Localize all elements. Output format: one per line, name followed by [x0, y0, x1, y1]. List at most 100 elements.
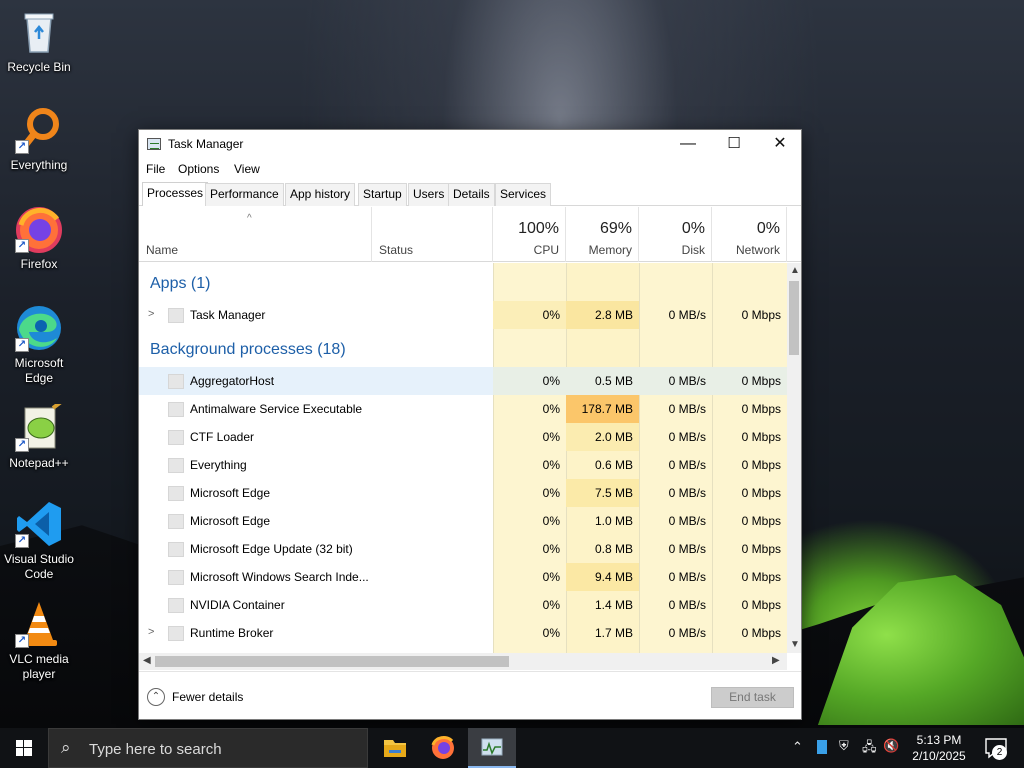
table-row[interactable]: Microsoft Edge 0% 1.0 MB 0 MB/s 0 Mbps [139, 507, 787, 535]
table-row[interactable]: Antimalware Service Executable 0% 178.7 … [139, 395, 787, 423]
tab-details[interactable]: Details [448, 183, 495, 206]
desktop-icon-vscode[interactable]: ↗ Visual Studio Code [0, 500, 78, 582]
column-header-cpu[interactable]: 100% CPU [493, 207, 566, 262]
table-row[interactable]: Everything 0% 0.6 MB 0 MB/s 0 Mbps [139, 451, 787, 479]
tray-app-icon[interactable] [817, 740, 827, 754]
table-row[interactable]: NVIDIA Container 0% 1.4 MB 0 MB/s 0 Mbps [139, 591, 787, 619]
security-shield-icon[interactable]: ⛨ [839, 738, 849, 754]
taskbar-firefox[interactable] [419, 728, 467, 768]
network-cell: 0 Mbps [741, 570, 781, 584]
scroll-left-arrow-icon[interactable]: ◀ [143, 655, 151, 666]
tab-app-history[interactable]: App history [285, 183, 356, 206]
memory-cell: 1.7 MB [594, 626, 633, 640]
tab-users[interactable]: Users [408, 183, 450, 206]
desktop-icon-everything[interactable]: ↗ Everything [0, 106, 78, 173]
tab-services[interactable]: Services [495, 183, 552, 206]
table-row-selected[interactable]: AggregatorHost 0% 0.5 MB 0 MB/s 0 Mbps [139, 367, 787, 395]
desktop-icon-edge[interactable]: ↗ Microsoft Edge [0, 304, 78, 386]
vertical-scrollbar[interactable]: ▲ ▼ [787, 263, 801, 653]
edge-icon: ↗ [15, 304, 63, 352]
table-row[interactable]: Microsoft Edge 0% 7.5 MB 0 MB/s 0 Mbps [139, 479, 787, 507]
menu-bar: File Options View [139, 160, 801, 180]
desktop-icon-label: Recycle Bin [7, 60, 71, 74]
desktop-icon-notepad-plus-plus[interactable]: ↗ Notepad++ [0, 400, 78, 471]
taskbar-task-manager[interactable] [468, 728, 516, 768]
process-icon [168, 374, 184, 389]
memory-cell: 9.4 MB [566, 563, 639, 591]
network-icon[interactable]: 🖧 [862, 738, 877, 760]
taskbar-file-explorer[interactable] [371, 728, 419, 768]
start-button[interactable] [0, 728, 48, 768]
network-cell: 0 Mbps [741, 626, 781, 640]
network-cell: 0 Mbps [741, 486, 781, 500]
cpu-cell: 0% [542, 598, 560, 612]
shortcut-arrow-icon: ↗ [15, 239, 29, 253]
process-name: Antimalware Service Executable [190, 402, 363, 416]
column-status-label: Status [379, 243, 414, 257]
memory-cell: 0.6 MB [594, 458, 633, 472]
horizontal-scroll-thumb[interactable] [155, 656, 509, 667]
system-tray: ⌃ ⛨ 🖧 🔇 [788, 728, 899, 768]
vertical-scroll-thumb[interactable] [789, 281, 799, 355]
fewer-details-link[interactable]: Fewer details [172, 690, 243, 704]
process-icon [168, 458, 184, 473]
table-row[interactable]: > Runtime Broker 0% 1.7 MB 0 MB/s 0 Mbps [139, 619, 787, 647]
network-column-label: Network [735, 243, 780, 257]
taskbar-clock[interactable]: 5:13 PM 2/10/2025 [906, 732, 972, 764]
process-name: Microsoft Edge [190, 514, 271, 528]
process-icon [168, 486, 184, 501]
volume-muted-icon[interactable]: 🔇 [883, 738, 899, 754]
table-row[interactable]: Microsoft Edge Update (32 bit) 0% 0.8 MB… [139, 535, 787, 563]
shortcut-arrow-icon: ↗ [15, 634, 29, 648]
tab-startup[interactable]: Startup [358, 183, 407, 206]
menu-file[interactable]: File [146, 162, 165, 176]
notification-center-button[interactable]: 2 [978, 728, 1018, 768]
menu-options[interactable]: Options [178, 162, 219, 176]
column-header-network[interactable]: 0% Network [712, 207, 787, 262]
firefox-icon [431, 736, 454, 759]
column-header-name[interactable]: ^ Name [139, 207, 372, 262]
table-row[interactable]: CTF Loader 0% 2.0 MB 0 MB/s 0 Mbps [139, 423, 787, 451]
group-title: Apps (1) [150, 275, 211, 292]
close-button[interactable]: ✕ [757, 130, 803, 160]
search-placeholder: Type here to search [89, 741, 222, 758]
shortcut-arrow-icon: ↗ [15, 438, 29, 452]
column-header-disk[interactable]: 0% Disk [639, 207, 712, 262]
process-name: Runtime Broker [190, 626, 274, 640]
recycle-bin-icon [15, 8, 63, 56]
scroll-up-arrow-icon[interactable]: ▲ [790, 265, 800, 276]
process-name: Microsoft Edge Update (32 bit) [190, 542, 353, 556]
end-task-button[interactable]: End task [711, 687, 794, 708]
tab-strip: Processes Performance App history Startu… [139, 182, 801, 206]
column-header-memory[interactable]: 69% Memory [566, 207, 639, 262]
memory-cell: 1.0 MB [594, 514, 633, 528]
network-total-percent: 0% [756, 220, 780, 237]
menu-view[interactable]: View [234, 162, 260, 176]
memory-cell: 0.5 MB [566, 367, 639, 395]
footer-bar: ⌃ Fewer details End task [139, 671, 801, 719]
desktop-icon-recycle-bin[interactable]: Recycle Bin [0, 8, 78, 75]
minimize-button[interactable]: — [665, 130, 711, 160]
memory-cell: 2.0 MB [566, 423, 639, 451]
table-row[interactable]: Microsoft Windows Search Inde... 0% 9.4 … [139, 563, 787, 591]
chevron-up-icon[interactable]: ⌃ [792, 739, 803, 755]
taskbar: ⌕ Type here to search ⌃ ⛨ 🖧 🔇 5:13 PM 2/… [0, 728, 1024, 768]
maximize-button[interactable]: ☐ [711, 130, 757, 160]
chevron-up-circle-icon[interactable]: ⌃ [147, 688, 165, 706]
table-row[interactable]: > Task Manager 0% 2.8 MB 0 MB/s 0 Mbps [139, 301, 787, 329]
taskbar-search-box[interactable]: ⌕ Type here to search [48, 728, 368, 768]
tab-performance[interactable]: Performance [205, 183, 284, 206]
horizontal-scrollbar[interactable]: ◀ ▶ [139, 653, 787, 670]
tab-processes[interactable]: Processes [142, 182, 209, 206]
column-header-status[interactable]: Status [372, 207, 493, 262]
disk-cell: 0 MB/s [668, 570, 706, 584]
desktop-icon-firefox[interactable]: ↗ Firefox [0, 205, 78, 272]
expand-chevron-icon[interactable]: > [148, 308, 154, 320]
scroll-right-arrow-icon[interactable]: ▶ [772, 655, 780, 666]
scroll-down-arrow-icon[interactable]: ▼ [790, 639, 800, 650]
expand-chevron-icon[interactable]: > [148, 626, 154, 638]
network-cell: 0 Mbps [712, 367, 787, 395]
title-bar[interactable]: Task Manager — ☐ ✕ [139, 130, 801, 160]
desktop-icon-vlc[interactable]: ↗ VLC media player [0, 600, 78, 682]
disk-cell: 0 MB/s [668, 542, 706, 556]
